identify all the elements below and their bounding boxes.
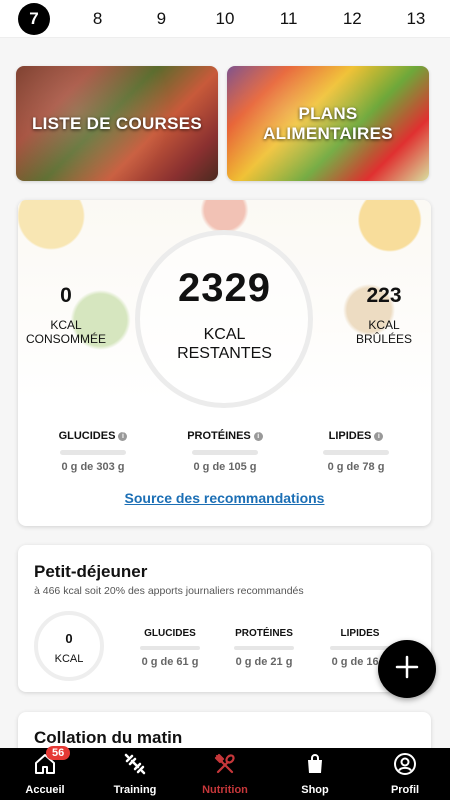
- meal-kcal-value: 0: [65, 631, 73, 646]
- date-item[interactable]: 11: [273, 3, 305, 35]
- date-item[interactable]: 13: [400, 3, 432, 35]
- fat-value: 0 g de 78 g: [327, 461, 385, 473]
- shopping-list-tile[interactable]: LISTE DE COURSES: [16, 66, 218, 181]
- remaining-kcal-caption: RESTANTES: [177, 345, 272, 362]
- date-item[interactable]: 9: [145, 3, 177, 35]
- meal-protein-macro: PROTÉINES 0 g de 21 g: [224, 628, 304, 668]
- calorie-summary-card: 2329 KCAL RESTANTES 0 KCAL CONSOMMÉE 223…: [18, 200, 431, 526]
- add-food-button[interactable]: [378, 640, 436, 698]
- meal-plans-label-line2: ALIMENTAIRES: [263, 123, 393, 143]
- carbs-label: GLUCIDES: [58, 430, 116, 442]
- nav-label: Shop: [301, 784, 329, 796]
- nav-item-profile[interactable]: Profil: [365, 752, 445, 796]
- consumed-kcal-value: 0: [60, 284, 72, 307]
- fat-macro: LIPIDES i 0 g de 78 g: [301, 430, 411, 473]
- consumed-kcal-unit: KCAL: [50, 318, 82, 332]
- carbs-progress-bar: [60, 450, 126, 455]
- meal-carbs-macro: GLUCIDES 0 g de 61 g: [130, 628, 210, 668]
- burned-kcal-caption: BRÛLÉES: [355, 332, 413, 346]
- shopping-bag-icon: [303, 752, 327, 781]
- consumed-kcal-stat: 0 KCAL CONSOMMÉE: [18, 284, 116, 346]
- meal-kcal-unit: KCAL: [54, 653, 84, 665]
- meal-plans-label-line1: PLANS: [298, 103, 358, 123]
- meal-protein-value: 0 g de 21 g: [235, 656, 293, 668]
- nav-item-training[interactable]: Training: [95, 752, 175, 796]
- nav-item-home[interactable]: 56 Accueil: [5, 746, 85, 796]
- meal-protein-label: PROTÉINES: [235, 628, 293, 639]
- protein-label: PROTÉINES: [187, 430, 251, 442]
- date-item[interactable]: 12: [336, 3, 368, 35]
- burned-kcal-unit: KCAL: [368, 318, 400, 332]
- meal-protein-progress-bar: [234, 646, 294, 650]
- nav-label: Profil: [390, 784, 420, 796]
- consumed-kcal-label: KCAL CONSOMMÉE: [18, 318, 116, 346]
- remaining-kcal-ring: [135, 230, 313, 408]
- plus-icon: [394, 654, 420, 685]
- burned-kcal-label: KCAL BRÛLÉES: [334, 318, 431, 346]
- burned-kcal-stat: 223 KCAL BRÛLÉES: [334, 284, 431, 346]
- shopping-list-label: LISTE DE COURSES: [31, 113, 203, 133]
- meal-fat-progress-bar: [330, 646, 390, 650]
- date-item[interactable]: 10: [209, 3, 241, 35]
- nav-item-nutrition[interactable]: Nutrition: [185, 752, 265, 796]
- meal-plans-tile[interactable]: PLANS ALIMENTAIRES: [227, 66, 429, 181]
- nav-label: Training: [113, 784, 157, 796]
- carbs-macro: GLUCIDES i 0 g de 303 g: [38, 430, 148, 473]
- date-item-selected[interactable]: 7: [18, 2, 50, 35]
- meal-title: Petit-déjeuner: [34, 562, 148, 581]
- bottom-nav: 56 Accueil Training Nutrition Shop Profi…: [0, 746, 450, 800]
- dumbbell-icon: [123, 752, 147, 781]
- fat-label: LIPIDES: [328, 430, 372, 442]
- meal-subtitle: à 466 kcal soit 20% des apports journali…: [34, 585, 304, 597]
- notification-badge: 56: [46, 746, 71, 760]
- info-icon[interactable]: i: [118, 431, 128, 441]
- nav-item-shop[interactable]: Shop: [275, 752, 355, 796]
- recommendations-source-link[interactable]: Source des recommandations: [18, 490, 431, 506]
- meal-fat-label: LIPIDES: [340, 628, 380, 639]
- protein-value: 0 g de 105 g: [193, 461, 257, 473]
- nav-label: Nutrition: [202, 784, 248, 796]
- protein-progress-bar: [192, 450, 258, 455]
- meal-plans-label: PLANS ALIMENTAIRES: [263, 104, 393, 144]
- meal-carbs-value: 0 g de 61 g: [141, 656, 199, 668]
- burned-kcal-value: 223: [366, 284, 402, 307]
- meal-title: Collation du matin: [34, 728, 183, 747]
- fork-spoon-icon: [213, 752, 237, 781]
- info-icon[interactable]: i: [374, 431, 384, 441]
- carbs-value: 0 g de 303 g: [61, 461, 125, 473]
- info-icon[interactable]: i: [253, 431, 263, 441]
- meal-carbs-label: GLUCIDES: [144, 628, 196, 639]
- meal-carbs-progress-bar: [140, 646, 200, 650]
- date-item[interactable]: 8: [82, 3, 114, 35]
- meal-kcal-ring: 0 KCAL: [34, 611, 104, 681]
- user-icon: [393, 752, 417, 781]
- date-strip: 7 8 9 10 11 12 13: [0, 0, 450, 38]
- consumed-kcal-caption: CONSOMMÉE: [25, 332, 106, 346]
- fat-progress-bar: [323, 450, 389, 455]
- protein-macro: PROTÉINES i 0 g de 105 g: [170, 430, 280, 473]
- breakfast-card[interactable]: Petit-déjeuner à 466 kcal soit 20% des a…: [18, 545, 431, 692]
- nav-label: Accueil: [25, 784, 65, 796]
